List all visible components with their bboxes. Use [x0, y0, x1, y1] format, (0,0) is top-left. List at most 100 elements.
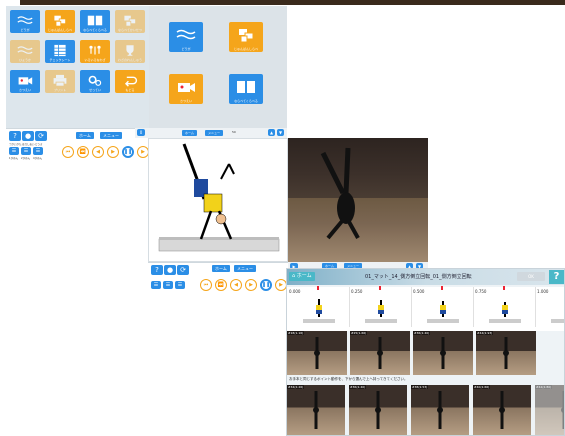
- sequence-home-button[interactable]: ⌂ ホーム: [289, 272, 315, 281]
- video-frame-thumbnail[interactable]: #36(2.40): [349, 385, 407, 435]
- timeline-time: 0.750: [475, 289, 487, 294]
- camera-icon: [176, 80, 196, 99]
- sequence-help-button[interactable]: ?: [549, 270, 564, 284]
- sync-button[interactable]: ⟳: [35, 131, 47, 141]
- sequence-home-label: ホーム: [296, 273, 312, 279]
- menu-tile-wave-4[interactable]: ひょうか: [10, 40, 40, 63]
- menu-tile-label: ならべてかいせつ: [118, 28, 142, 32]
- menu-tile-gear-10[interactable]: せってい: [80, 70, 110, 93]
- sequence-help-glyph: ?: [553, 271, 560, 282]
- timeline-cell[interactable]: 0.250: [349, 286, 412, 327]
- instruction-text: お手本と同じするポイント動作を、下から選んで上へ持ってきてください。: [289, 377, 408, 381]
- sync-button-2[interactable]: ⟳: [177, 265, 189, 275]
- menu-tile-camera-2[interactable]: さつえい: [169, 74, 203, 104]
- zoom-value: 50: [232, 130, 236, 134]
- gymnast-figure: [561, 391, 564, 429]
- help-button[interactable]: ?: [9, 131, 21, 141]
- menu-tile-compare-3[interactable]: ならべてくらべる: [229, 74, 263, 104]
- ok-button[interactable]: OK: [517, 272, 545, 281]
- video-frame-thumbnail[interactable]: #44(2.93): [476, 331, 536, 375]
- layout-1-label: 1がめん: [9, 157, 19, 160]
- timeline-cell[interactable]: 0.000: [287, 286, 350, 327]
- play-button[interactable]: ▶: [107, 146, 119, 158]
- skip-back-button-2[interactable]: ⏮: [200, 279, 212, 291]
- layout-2-button-2[interactable]: ☰: [163, 281, 173, 289]
- video-frame-thumbnail[interactable]: #34(2.26): [287, 385, 345, 435]
- pause-icon: ❚❚: [123, 149, 133, 155]
- menu-tile-printer-9[interactable]: プリント: [45, 70, 75, 93]
- menu-tile-compare-2[interactable]: ならべてくらべる: [80, 10, 110, 33]
- zoom-down-button[interactable]: ▼: [277, 129, 284, 136]
- layout-4-icon-2: ☰: [177, 282, 183, 288]
- video-frame-thumbnail[interactable]: #38(2.53): [411, 385, 469, 435]
- layout-1-icon-2: ☰: [153, 282, 159, 288]
- help-button-2[interactable]: ?: [151, 265, 163, 275]
- play-button-2[interactable]: ▶: [245, 279, 257, 291]
- layout-4-button-2[interactable]: ☰: [175, 281, 185, 289]
- step-back-button[interactable]: ◀: [92, 146, 104, 158]
- pause-button[interactable]: ❚❚: [122, 146, 134, 158]
- rewind-icon: ⏪: [79, 149, 87, 155]
- sync-icon-2: ⟳: [180, 266, 186, 274]
- layout-1-button-2[interactable]: ☰: [151, 281, 161, 289]
- chat-button[interactable]: ●: [22, 131, 34, 141]
- menu-tile-label: ならべてくらべる: [234, 99, 258, 103]
- video-frame-thumbnail[interactable]: #40(2.66): [473, 385, 531, 435]
- skip-back-icon-2: ⏮: [203, 282, 209, 288]
- side-home-button[interactable]: ホーム: [182, 130, 197, 136]
- timeline-cell[interactable]: 1.000: [535, 287, 564, 327]
- sequence-header: ⌂ ホーム 01_マット_14_側方倒立回転_01_側方倒立回転 OK ?: [287, 269, 564, 285]
- video-frame-thumbnail[interactable]: #42(2.80): [535, 385, 564, 435]
- layout-1-icon: ☰: [11, 148, 17, 154]
- menu-tile-people-6[interactable]: いろいろなわざ: [80, 40, 110, 63]
- menu-tile-label: せってい: [89, 88, 101, 92]
- step-back-button-2[interactable]: ◀: [230, 279, 242, 291]
- side-home-label: ホーム: [185, 131, 194, 135]
- compare-icon: [236, 80, 256, 99]
- menu-tile-label: ならべてくらべる: [83, 28, 107, 32]
- gymnast-figure: [313, 391, 319, 429]
- chat-label: はなしあい: [22, 143, 35, 146]
- layout-1-button[interactable]: ☰: [9, 147, 19, 155]
- menu-tile-card-stack-1[interactable]: じゅんばんしらべ: [229, 22, 263, 52]
- animation-toolbar: ? ● ⟳ ホーム メニュー ☰ ☰ ☰ ⏮ ⏪ ◀ ▶ ❚❚ ▶: [148, 262, 288, 297]
- layout-2-button[interactable]: ☰: [21, 147, 31, 155]
- menu-tile-trophy-7[interactable]: わざのれんしゅう: [115, 40, 145, 63]
- video-frame-thumbnail[interactable]: #36(2.40): [413, 331, 473, 375]
- menu-tile-grid-5[interactable]: チェックシート: [45, 40, 75, 63]
- menu-tile-wave-0[interactable]: どうが: [169, 22, 203, 52]
- menu-tile-label: どうが: [181, 47, 191, 51]
- rewind-button[interactable]: ⏪: [77, 146, 89, 158]
- menu-tile-card-stack-1[interactable]: じゅんばんしらべ: [45, 10, 75, 33]
- main-menu-panel: どうが じゅんばんしらべ ならべてくらべる ならべてかいせつひょうか チェックシート いろ…: [6, 6, 149, 128]
- video-frame-thumbnail[interactable]: #18(1.16): [287, 331, 347, 375]
- menu-button[interactable]: メニュー: [100, 132, 122, 139]
- menu-button-2[interactable]: メニュー: [234, 265, 256, 272]
- layout-2-icon: ☰: [23, 148, 29, 154]
- submenu-panel: どうが じゅんばんしらべ さつえい ならべてくらべる: [149, 6, 287, 128]
- menu-tile-camera-8[interactable]: さつえい: [10, 70, 40, 93]
- video-frame-thumbnail[interactable]: #25(1.66): [350, 331, 410, 375]
- timeline-marker: [441, 286, 443, 290]
- sequence-title: 01_マット_14_側方倒立回転_01_側方倒立回転: [365, 274, 472, 280]
- pause-button-2[interactable]: ❚❚: [260, 279, 272, 291]
- side-menu-button[interactable]: メニュー: [205, 130, 224, 136]
- menu-tile-back-11[interactable]: もどる: [115, 70, 145, 93]
- menu-tile-wave-0[interactable]: どうが: [10, 10, 40, 33]
- timeline-cell[interactable]: 0.500: [411, 286, 474, 327]
- zoom-up-button[interactable]: ▲: [268, 129, 275, 136]
- layout-4-button[interactable]: ☰: [33, 147, 43, 155]
- chat-button-2[interactable]: ●: [164, 265, 176, 275]
- sync-icon: ⟳: [38, 132, 44, 140]
- home-button[interactable]: ホーム: [76, 132, 94, 139]
- timeline-cell[interactable]: 0.750: [473, 286, 536, 327]
- rewind-button-2[interactable]: ⏪: [215, 279, 227, 291]
- home-button-2[interactable]: ホーム: [212, 265, 230, 272]
- menu-tile-card-stack-3[interactable]: ならべてかいせつ: [115, 10, 145, 33]
- menu-tile-label: わざのれんしゅう: [117, 58, 142, 62]
- menu-tile-label: じゅんばんしらべ: [47, 28, 72, 32]
- skip-back-button[interactable]: ⏮: [62, 146, 74, 158]
- gymnast-silhouette: [320, 147, 360, 240]
- menu-tile-label: さつえい: [18, 88, 31, 92]
- menu-tile-label: もどる: [125, 88, 135, 92]
